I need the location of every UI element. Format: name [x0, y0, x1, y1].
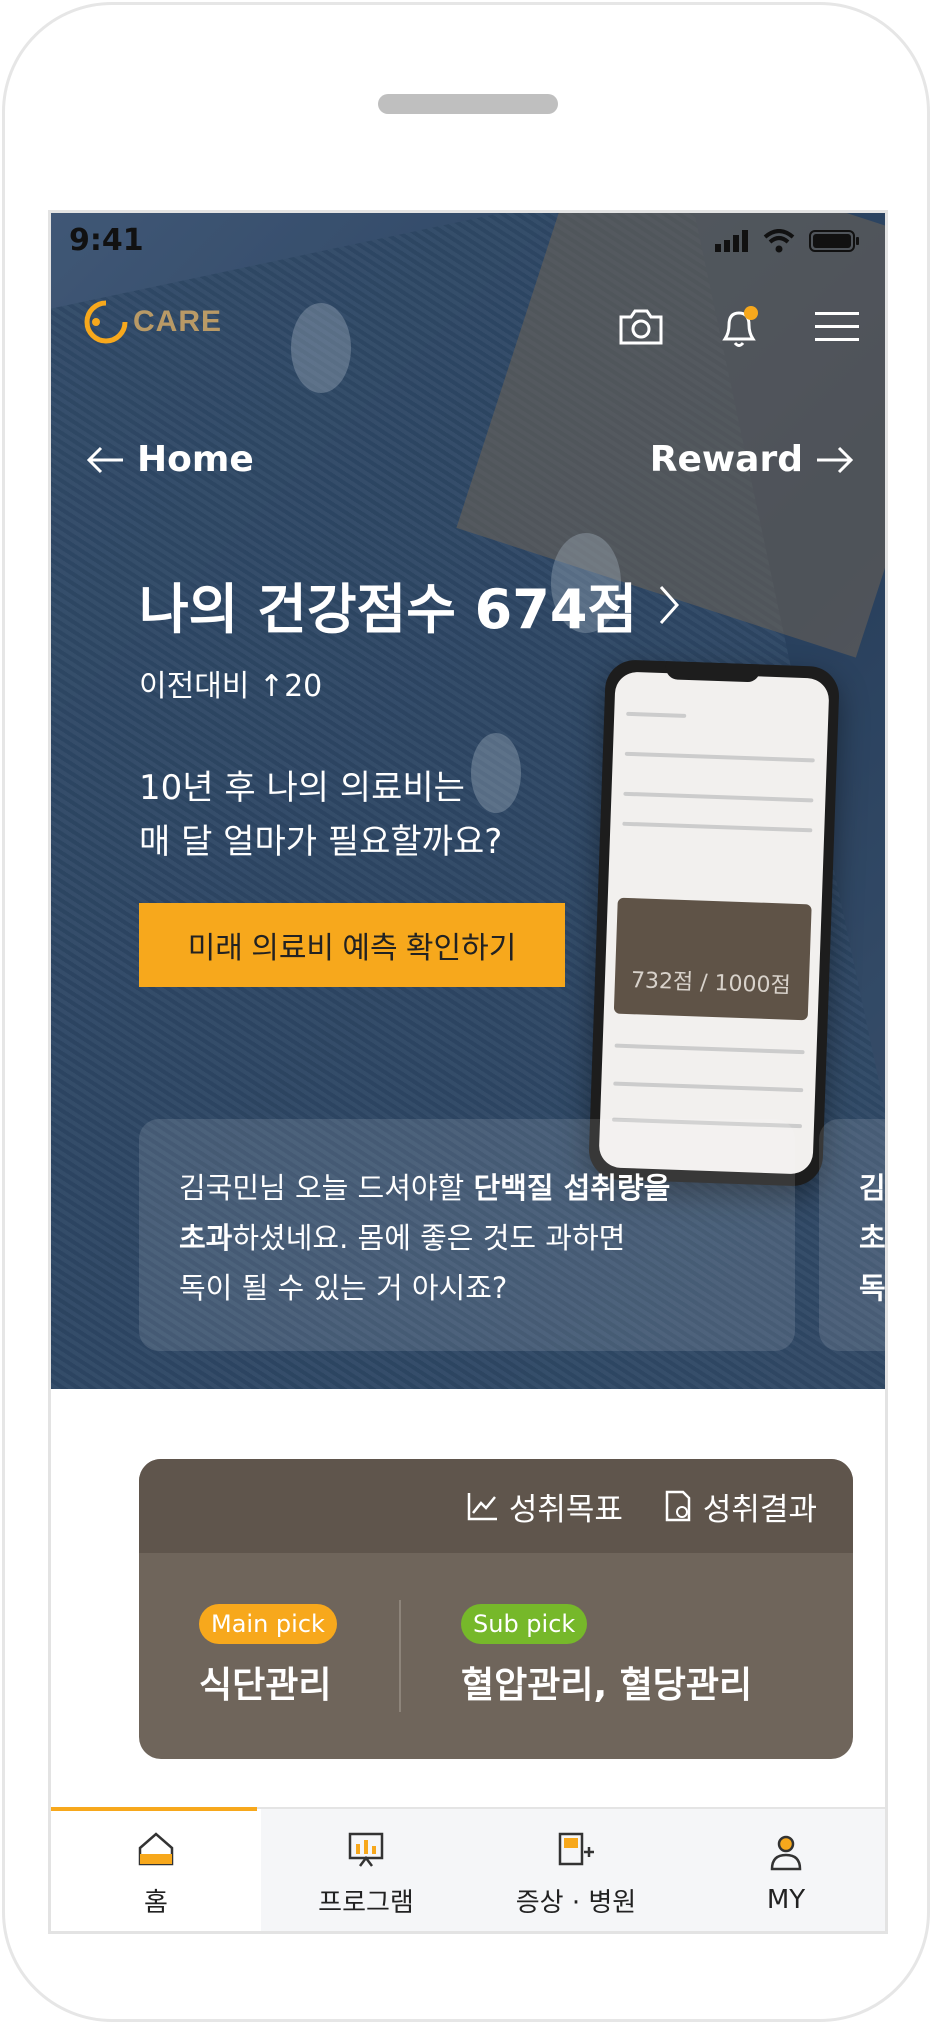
- hero-section: 9:41 CARE Home Reward 나의 건강점수 674점 이전대비 …: [51, 213, 886, 1389]
- phone-mockup-screen: 732점 / 1000점: [598, 671, 830, 1175]
- achievement-panel: 성취목표 성취결과 Main pick 식단관리 Sub pick 혈압관리, …: [139, 1459, 853, 1759]
- report-icon: [665, 1490, 691, 1522]
- question-line-2: 매 달 얼마가 필요할까요?: [139, 822, 503, 862]
- question-line-1: 10년 후 나의 의료비는: [139, 768, 465, 808]
- health-score-link[interactable]: 나의 건강점수 674점: [139, 565, 681, 644]
- main-pick-badge: Main pick: [199, 1604, 337, 1644]
- tab-program[interactable]: 프로그램: [261, 1809, 471, 1931]
- tab-hospital-label: 증상 · 병원: [515, 1887, 637, 1918]
- chevron-right-icon: [659, 585, 680, 624]
- health-score-title: 나의 건강점수 674점: [139, 578, 638, 641]
- app-logo[interactable]: CARE: [83, 299, 222, 345]
- main-pick[interactable]: Main pick 식단관리: [139, 1604, 399, 1708]
- menu-icon[interactable]: [813, 309, 861, 345]
- mock-line: [622, 821, 813, 833]
- score-compare: 이전대비 ↑20: [139, 669, 323, 704]
- wifi-icon: [763, 229, 795, 253]
- tab-program-label: 프로그램: [318, 1887, 414, 1918]
- mock-line: [626, 711, 687, 718]
- health-message-card[interactable]: 김국민님 오늘 드셔야할 단백질 섭취량을 초과하셨네요. 몸에 좋은 것도 과…: [139, 1119, 795, 1351]
- reward-nav-label: Reward: [649, 439, 803, 480]
- tab-hospital[interactable]: 증상 · 병원: [471, 1809, 681, 1931]
- logo-circle-icon: [84, 300, 128, 344]
- status-icons: [715, 229, 861, 253]
- arrow-right-icon: [817, 446, 854, 473]
- header-actions: [617, 303, 861, 351]
- sub-pick-value: 혈압관리, 혈당관리: [461, 1665, 753, 1706]
- camera-icon[interactable]: [617, 307, 665, 347]
- mock-line: [613, 1081, 804, 1093]
- main-pick-value: 식단관리: [199, 1665, 332, 1706]
- hospital-icon: [558, 1832, 594, 1865]
- tab-home-label: 홈: [144, 1887, 168, 1918]
- message-text-2: 하셨네요. 몸에 좋은 것도 과하면: [232, 1221, 626, 1255]
- message-bold-2: 초과: [179, 1221, 233, 1255]
- hero-nav: Home Reward: [85, 439, 855, 480]
- logo-text: CARE: [133, 305, 223, 338]
- next-message-preview: 김 초 독: [859, 1171, 886, 1305]
- mock-score-card: 732점 / 1000점: [613, 897, 812, 1021]
- chart-line-icon: [467, 1493, 497, 1521]
- sub-pick[interactable]: Sub pick 혈압관리, 혈당관리: [401, 1604, 752, 1708]
- picks-row: Main pick 식단관리 Sub pick 혈압관리, 혈당관리: [139, 1553, 853, 1759]
- next-message-card[interactable]: 김 초 독: [819, 1119, 886, 1351]
- mock-line: [623, 791, 814, 803]
- message-text-3: 독이 될 수 있는 거 아시죠?: [179, 1271, 508, 1305]
- app-screen: 9:41 CARE Home Reward 나의 건강점수 674점 이전대비 …: [48, 210, 888, 1934]
- tab-my[interactable]: MY: [681, 1809, 885, 1931]
- bottom-tab-bar: 홈 프로그램 증상 · 병원 MY: [51, 1807, 885, 1931]
- tab-home[interactable]: 홈: [51, 1807, 261, 1931]
- bell-icon[interactable]: [715, 303, 763, 351]
- medical-cost-question: 10년 후 나의 의료비는 매 달 얼마가 필요할까요?: [139, 761, 659, 869]
- device-speaker: [378, 94, 558, 114]
- mock-line: [624, 751, 815, 763]
- phone-notch: [665, 661, 761, 683]
- achievement-goal-button[interactable]: 성취목표: [467, 1484, 623, 1529]
- tab-my-label: MY: [766, 1885, 806, 1915]
- program-icon: [348, 1832, 384, 1867]
- achievement-result-button[interactable]: 성취결과: [663, 1484, 817, 1529]
- message-text-1: 김국민님 오늘 드셔야할: [179, 1171, 474, 1205]
- home-nav-link[interactable]: Home: [85, 439, 254, 480]
- user-icon: [770, 1835, 802, 1871]
- achievement-goal-label: 성취목표: [508, 1491, 623, 1528]
- sub-pick-badge: Sub pick: [461, 1604, 588, 1644]
- message-bold-1: 단백질 섭취량을: [473, 1171, 671, 1205]
- status-bar: 9:41: [51, 213, 885, 273]
- phone-mockup-image: 732점 / 1000점: [587, 659, 841, 1187]
- home-nav-label: Home: [137, 439, 254, 480]
- mock-score-value: 732점 / 1000점: [630, 968, 792, 999]
- signal-icon: [715, 230, 748, 252]
- mock-line: [614, 1043, 805, 1055]
- reward-nav-link[interactable]: Reward: [650, 439, 855, 480]
- status-time: 9:41: [69, 223, 144, 258]
- achievement-header: 성취목표 성취결과: [139, 1459, 853, 1553]
- battery-icon: [809, 230, 859, 252]
- medical-cost-predict-button[interactable]: 미래 의료비 예측 확인하기: [139, 903, 565, 987]
- home-icon: [138, 1831, 174, 1865]
- arrow-left-icon: [86, 446, 123, 473]
- achievement-result-label: 성취결과: [702, 1491, 817, 1528]
